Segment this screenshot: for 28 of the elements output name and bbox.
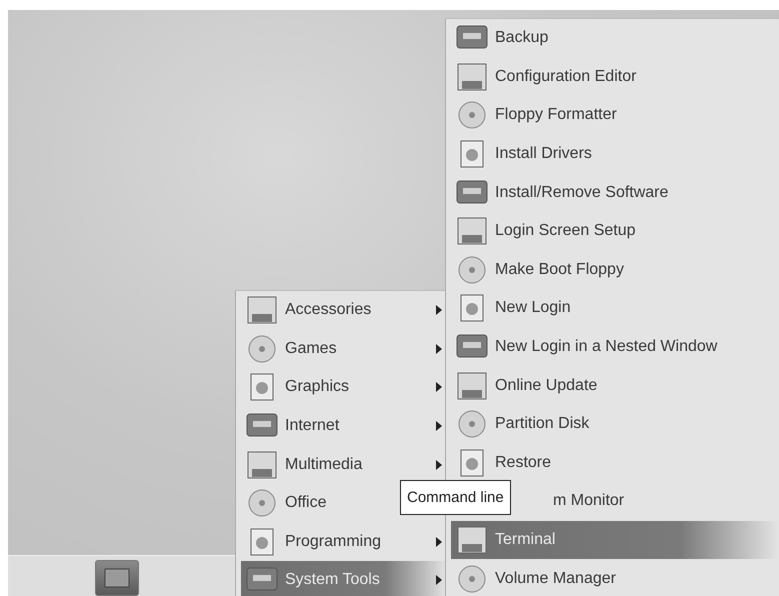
menu-item[interactable]: Floppy Formatter <box>451 96 779 135</box>
floppy-icon <box>245 295 279 326</box>
menu-item[interactable]: Restore <box>451 444 779 482</box>
menu-item[interactable]: Make Boot Floppy <box>451 250 779 290</box>
floppy-icon <box>455 216 489 246</box>
menu-item[interactable]: New Login in a Nested Window <box>451 328 779 366</box>
menu-item[interactable]: Internet <box>241 406 447 446</box>
menu-item[interactable]: Install Drivers <box>451 134 779 174</box>
menu-item[interactable]: Backup <box>451 19 779 58</box>
menu-item[interactable]: Install/Remove Software <box>451 173 779 212</box>
menu-item[interactable]: Terminal <box>451 520 779 560</box>
menu-item[interactable]: Partition Disk <box>451 404 779 444</box>
monitor-icon[interactable] <box>95 560 139 596</box>
floppy-icon <box>245 450 279 480</box>
menu-item[interactable]: Online Update <box>451 366 779 405</box>
menu-item[interactable]: System Tools <box>241 561 447 596</box>
menu-item[interactable]: Volume Manager <box>451 559 779 596</box>
menu-item[interactable]: Accessories <box>241 291 447 330</box>
floppy-icon <box>455 370 489 401</box>
menu-item[interactable]: Graphics <box>241 368 447 407</box>
menu-item[interactable]: Programming <box>241 522 447 562</box>
tooltip: Command line <box>400 480 511 515</box>
menu-item[interactable]: Login Screen Setup <box>451 212 779 251</box>
menu-item[interactable]: Configuration Editor <box>451 58 779 96</box>
menu-item[interactable]: Games <box>241 330 447 368</box>
menu-item[interactable]: New Login <box>451 289 779 328</box>
floppy-icon <box>455 525 489 556</box>
floppy-icon <box>455 62 489 92</box>
